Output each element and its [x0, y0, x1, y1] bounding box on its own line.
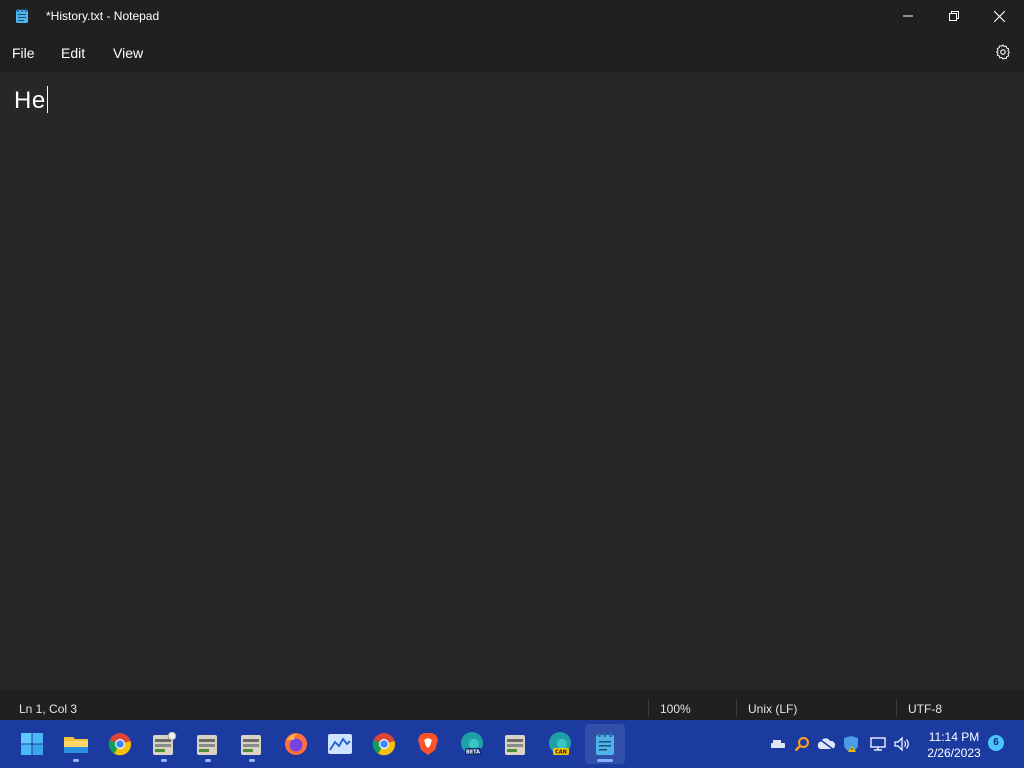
encoding: UTF-8: [908, 702, 942, 716]
editor-content[interactable]: He: [14, 86, 48, 115]
taskbar-edge-beta[interactable]: BETA: [452, 724, 492, 764]
close-button[interactable]: [976, 0, 1022, 32]
taskbar-chart-app[interactable]: [320, 724, 360, 764]
taskbar-app-3[interactable]: [232, 724, 272, 764]
taskbar-brave[interactable]: [408, 724, 448, 764]
line-ending: Unix (LF): [748, 702, 798, 716]
app-bulb-icon: [505, 735, 525, 755]
status-divider: [736, 699, 737, 717]
restore-icon: [949, 11, 959, 21]
taskbar-app-4[interactable]: [496, 724, 536, 764]
chrome-icon: [372, 733, 396, 756]
svg-text:BETA: BETA: [466, 750, 480, 756]
system-clock[interactable]: 11:14 PM 2/26/2023: [918, 729, 990, 761]
menu-bar: File Edit View: [0, 32, 1024, 72]
running-indicator: [597, 759, 613, 762]
menu-view[interactable]: View: [113, 45, 143, 61]
edge-canary-icon: CAN: [549, 732, 571, 756]
onedrive-icon: [817, 737, 836, 751]
chart-app-icon: [328, 734, 352, 754]
editor-text: He: [14, 87, 46, 114]
tray-onedrive[interactable]: [814, 724, 838, 764]
taskbar-app-1[interactable]: [144, 724, 184, 764]
taskbar-edge-canary[interactable]: CAN: [540, 724, 580, 764]
title-bar: *History.txt - Notepad: [0, 0, 1024, 32]
firefox-icon: [285, 733, 307, 755]
menu-edit[interactable]: Edit: [61, 45, 85, 61]
text-editor[interactable]: He: [0, 72, 1024, 690]
settings-button[interactable]: [994, 43, 1012, 61]
start-button[interactable]: [12, 724, 52, 764]
tray-network[interactable]: [866, 724, 890, 764]
minimize-icon: [903, 15, 913, 17]
taskbar: BETA CAN 11:14 PM 2/26/2023: [0, 720, 1024, 768]
app-bulb-icon: [153, 731, 177, 755]
taskbar-notepad[interactable]: [585, 724, 625, 764]
file-explorer-icon: [64, 737, 88, 753]
running-indicator: [73, 759, 79, 762]
minimize-button[interactable]: [885, 0, 931, 32]
network-icon: [870, 737, 886, 751]
brave-icon: [418, 733, 438, 755]
svg-text:CAN: CAN: [555, 750, 567, 756]
tray-windows-security[interactable]: [839, 724, 863, 764]
running-indicator: [161, 759, 167, 762]
search-tray-icon: [794, 737, 809, 752]
notepad-icon: [596, 733, 614, 755]
usb-drive-icon: [771, 740, 785, 748]
status-divider: [648, 699, 649, 717]
close-icon: [993, 10, 1005, 22]
tray-search[interactable]: [790, 724, 814, 764]
tray-volume[interactable]: [890, 724, 914, 764]
menu-file[interactable]: File: [12, 45, 35, 61]
running-indicator: [249, 759, 255, 762]
status-bar: Ln 1, Col 3 100% Unix (LF) UTF-8: [0, 690, 1024, 720]
notification-badge[interactable]: 6: [988, 735, 1004, 751]
cursor-position: Ln 1, Col 3: [19, 702, 78, 716]
running-indicator: [205, 759, 211, 762]
clock-time: 11:14 PM: [928, 730, 980, 744]
gear-icon: [996, 44, 1010, 60]
notepad-icon: [14, 8, 30, 24]
status-divider: [896, 699, 897, 717]
taskbar-app-2[interactable]: [188, 724, 228, 764]
taskbar-firefox[interactable]: [276, 724, 316, 764]
taskbar-chrome[interactable]: [100, 724, 140, 764]
clock-date: 2/26/2023: [927, 746, 981, 760]
edge-beta-icon: BETA: [461, 732, 483, 756]
volume-icon: [894, 736, 909, 752]
taskbar-file-explorer[interactable]: [56, 724, 96, 764]
chrome-icon: [108, 733, 132, 756]
app-bulb-icon: [241, 735, 261, 755]
maximize-button[interactable]: [931, 0, 977, 32]
zoom-level: 100%: [660, 702, 691, 716]
taskbar-chrome-2[interactable]: [364, 724, 404, 764]
text-caret: [46, 86, 48, 113]
tray-usb-drive[interactable]: [766, 724, 790, 764]
windows-start-icon: [21, 733, 43, 755]
windows-security-icon: [844, 736, 858, 752]
app-bulb-icon: [197, 735, 217, 755]
window-title: *History.txt - Notepad: [46, 9, 160, 23]
